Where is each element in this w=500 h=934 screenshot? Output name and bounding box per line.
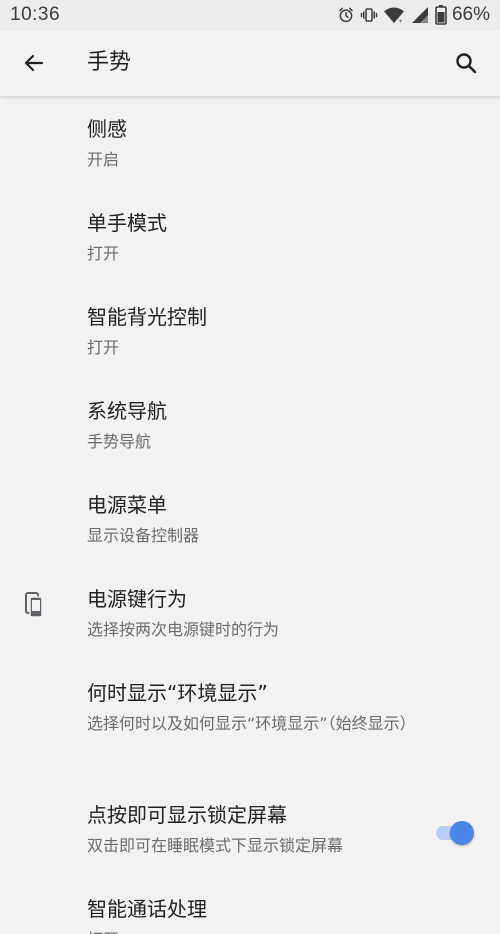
setting-summary: 双击即可在睡眠模式下显示锁定屏幕 xyxy=(87,836,344,855)
setting-title: 系统导航 xyxy=(87,399,167,423)
setting-tap-to-show-lock-screen[interactable]: 点按即可显示锁定屏幕 双击即可在睡眠模式下显示锁定屏幕 xyxy=(0,801,500,861)
setting-power-key-behavior[interactable]: 电源键行为 选择按两次电源键时的行为 xyxy=(0,585,500,645)
status-time: 10:36 xyxy=(10,4,61,25)
setting-summary: 开启 xyxy=(87,150,120,169)
search-icon xyxy=(456,53,477,74)
wifi-icon: + xyxy=(383,6,405,24)
search-button[interactable] xyxy=(446,43,486,83)
setting-title: 电源菜单 xyxy=(87,493,167,517)
back-button[interactable] xyxy=(14,43,54,83)
phone-double-press-icon xyxy=(22,591,46,619)
lock-screen-toggle[interactable] xyxy=(436,821,474,845)
setting-summary: 手势导航 xyxy=(87,432,152,451)
vibrate-icon xyxy=(360,6,378,24)
app-bar: 手势 xyxy=(0,30,500,96)
setting-summary: 选择何时以及如何显示“环境显示”（始终显示） xyxy=(87,714,416,733)
page-title: 手势 xyxy=(87,50,132,75)
setting-summary: 打开 xyxy=(87,925,444,934)
status-bar: 10:36 + 66% xyxy=(0,0,500,30)
setting-title: 单手模式 xyxy=(87,211,167,235)
setting-title: 电源键行为 xyxy=(87,587,187,611)
setting-summary: 显示设备控制器 xyxy=(87,526,200,545)
setting-summary: 打开 xyxy=(87,244,120,263)
battery-percent: 66% xyxy=(451,4,490,25)
status-icons: + 66% xyxy=(337,4,490,26)
setting-summary: 打开 xyxy=(87,338,120,357)
setting-smart-backlight[interactable]: 智能背光控制 打开 xyxy=(0,303,500,363)
settings-screen: 10:36 + 66% 手势 侧感 开启 单手模式 打开 智能背光控制 打开 系… xyxy=(0,0,500,934)
signal-icon xyxy=(410,6,430,24)
setting-power-menu[interactable]: 电源菜单 显示设备控制器 xyxy=(0,491,500,551)
battery-icon xyxy=(435,5,447,25)
arrow-back-icon xyxy=(24,54,44,72)
setting-side-sense[interactable]: 侧感 开启 xyxy=(0,115,500,175)
setting-title: 智能通话处理 xyxy=(87,897,207,921)
setting-summary: 选择按两次电源键时的行为 xyxy=(87,620,280,639)
setting-ambient-display[interactable]: 何时显示“环境显示” 选择何时以及如何显示“环境显示”（始终显示） xyxy=(0,679,500,739)
svg-text:+: + xyxy=(398,18,402,24)
setting-title: 点按即可显示锁定屏幕 xyxy=(87,803,287,827)
alarm-icon xyxy=(337,6,355,24)
setting-one-hand-mode[interactable]: 单手模式 打开 xyxy=(0,209,500,269)
setting-smart-call-handling[interactable]: 智能通话处理 打开 xyxy=(0,895,500,934)
setting-title: 侧感 xyxy=(87,117,127,141)
toggle-thumb xyxy=(450,821,474,845)
setting-system-navigation[interactable]: 系统导航 手势导航 xyxy=(0,397,500,457)
setting-title: 智能背光控制 xyxy=(87,305,207,329)
setting-title: 何时显示“环境显示” xyxy=(87,681,268,705)
